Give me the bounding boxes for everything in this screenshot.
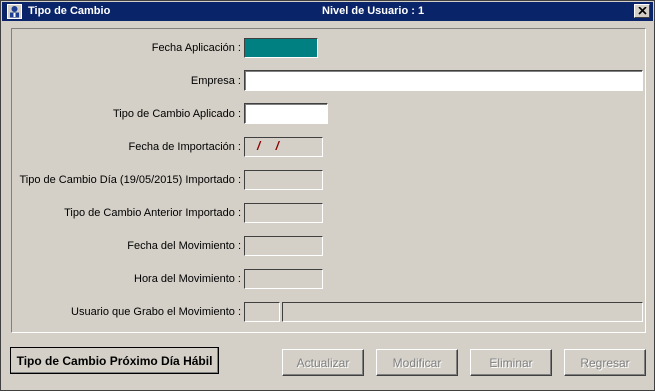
proximo-dia-button[interactable]: Tipo de Cambio Próximo Día Hábil xyxy=(10,347,219,374)
usuario-codigo-field xyxy=(244,302,280,322)
fecha-importacion-label: Fecha de Importación : xyxy=(128,141,241,153)
dialog-window: Tipo de Cambio Nivel de Usuario : 1 Fech… xyxy=(0,0,655,391)
tipo-cambio-dia-label: Tipo de Cambio Día (19/05/2015) Importad… xyxy=(19,174,241,186)
tipo-cambio-anterior-label: Tipo de Cambio Anterior Importado : xyxy=(64,207,241,219)
eliminar-button[interactable]: Eliminar xyxy=(470,349,552,376)
fecha-movimiento-field xyxy=(244,236,323,256)
empresa-input[interactable] xyxy=(244,70,643,91)
title-bar[interactable]: Tipo de Cambio Nivel de Usuario : 1 xyxy=(2,2,653,21)
fecha-importacion-field: / / xyxy=(244,137,323,157)
close-icon xyxy=(637,7,647,15)
tipo-cambio-aplicado-input[interactable] xyxy=(244,103,328,124)
usuario-movimiento-label: Usuario que Grabo el Movimiento : xyxy=(71,306,241,318)
empresa-label: Empresa : xyxy=(190,75,241,87)
regresar-button[interactable]: Regresar xyxy=(564,349,646,376)
tipo-cambio-dia-field xyxy=(244,170,323,190)
fecha-aplicacion-field[interactable] xyxy=(244,38,318,58)
window-title: Tipo de Cambio xyxy=(28,5,111,17)
fecha-movimiento-label: Fecha del Movimiento : xyxy=(127,240,241,252)
user-level-text: Nivel de Usuario : 1 xyxy=(322,5,425,17)
actualizar-button[interactable]: Actualizar xyxy=(282,349,364,376)
tipo-cambio-anterior-field xyxy=(244,203,323,223)
modificar-button[interactable]: Modificar xyxy=(376,349,458,376)
hora-movimiento-field xyxy=(244,269,323,289)
tipo-cambio-aplicado-label: Tipo de Cambio Aplicado : xyxy=(113,108,241,120)
fecha-importacion-value: / / xyxy=(257,139,286,153)
fecha-aplicacion-label: Fecha Aplicación : xyxy=(151,42,241,54)
usuario-nombre-field xyxy=(282,302,643,322)
app-icon xyxy=(7,4,22,19)
close-button[interactable] xyxy=(634,4,650,18)
hora-movimiento-label: Hora del Movimiento : xyxy=(134,273,241,285)
